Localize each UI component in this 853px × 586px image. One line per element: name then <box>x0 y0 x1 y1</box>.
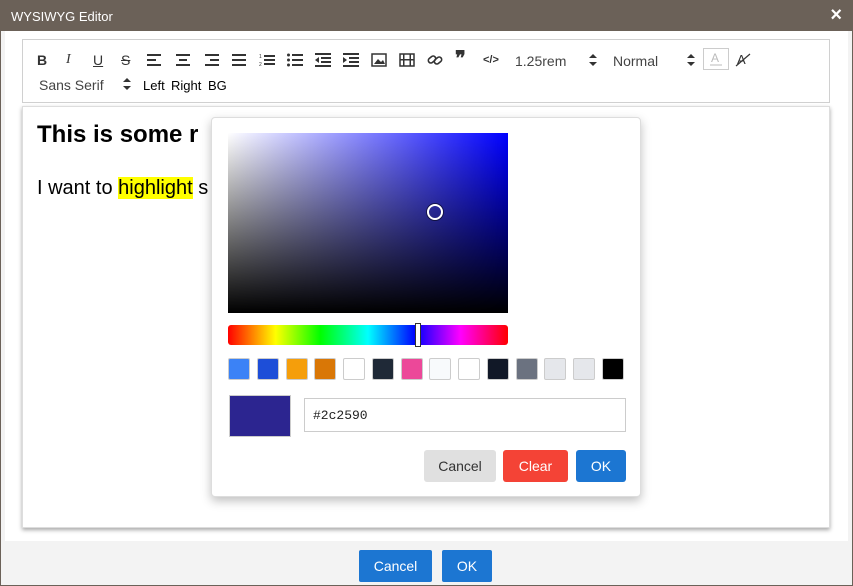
swatch[interactable] <box>401 358 423 380</box>
swatch[interactable] <box>343 358 365 380</box>
link-icon[interactable] <box>427 50 443 70</box>
blockquote-button[interactable]: ❞ <box>455 48 466 70</box>
text-color-icon[interactable]: A <box>703 48 729 70</box>
swatch[interactable] <box>602 358 624 380</box>
outdent-icon[interactable] <box>315 50 331 70</box>
italic-button[interactable]: I <box>66 50 71 70</box>
align-justify-icon[interactable] <box>231 50 247 70</box>
title-bar: WYSIWYG Editor × <box>1 1 852 31</box>
hex-input[interactable] <box>304 398 626 432</box>
svg-text:1: 1 <box>259 54 262 60</box>
bold-button[interactable]: B <box>37 50 47 70</box>
footer-ok-button[interactable]: OK <box>442 550 492 582</box>
paragraph-text-before: I want to <box>37 177 119 199</box>
bullet-list-icon[interactable] <box>287 50 303 70</box>
picker-ok-button[interactable]: OK <box>576 450 626 482</box>
swatch[interactable] <box>458 358 480 380</box>
align-left-label[interactable]: Left <box>143 78 165 93</box>
picker-clear-button[interactable]: Clear <box>503 450 568 482</box>
clear-format-icon[interactable]: A <box>735 50 751 70</box>
svg-text:2: 2 <box>259 62 262 67</box>
content-paragraph: I want to highlight s <box>37 177 208 200</box>
footer-cancel-button[interactable]: Cancel <box>359 550 432 582</box>
font-size-chevron-icon[interactable] <box>589 50 597 70</box>
hue-slider-thumb[interactable] <box>415 323 421 347</box>
strikethrough-button[interactable]: S <box>121 50 130 70</box>
swatch[interactable] <box>573 358 595 380</box>
picker-cancel-button[interactable]: Cancel <box>424 450 496 482</box>
color-preview <box>229 395 291 437</box>
swatch[interactable] <box>314 358 336 380</box>
color-cursor[interactable] <box>427 204 443 220</box>
swatch[interactable] <box>429 358 451 380</box>
ordered-list-icon[interactable]: 12 <box>259 50 275 70</box>
align-right-label[interactable]: Right <box>171 78 201 93</box>
font-family-chevron-icon[interactable] <box>123 74 131 94</box>
image-icon[interactable] <box>371 50 387 70</box>
swatch[interactable] <box>544 358 566 380</box>
saturation-value-area[interactable] <box>228 133 508 313</box>
hue-slider[interactable] <box>228 323 508 347</box>
paragraph-text-after: s <box>192 177 209 199</box>
font-size-select[interactable]: 1.25rem <box>515 53 566 69</box>
align-left-icon[interactable] <box>147 50 163 70</box>
code-button[interactable]: </> <box>483 50 499 70</box>
svg-text:A: A <box>711 51 719 65</box>
swatch[interactable] <box>372 358 394 380</box>
align-center-icon[interactable] <box>175 50 191 70</box>
swatch[interactable] <box>516 358 538 380</box>
color-picker-popup: Cancel Clear OK <box>211 117 641 497</box>
heading-chevron-icon[interactable] <box>687 50 695 70</box>
heading-select[interactable]: Normal <box>613 53 658 69</box>
swatch[interactable] <box>257 358 279 380</box>
highlighted-text: highlight <box>118 177 193 199</box>
close-icon[interactable]: × <box>830 4 842 27</box>
editor-toolbar: B I U S 12 ❞ </> 1.25rem Normal A A Sans… <box>22 39 830 103</box>
indent-icon[interactable] <box>343 50 359 70</box>
swatch[interactable] <box>487 358 509 380</box>
align-right-icon[interactable] <box>203 50 219 70</box>
window-title: WYSIWYG Editor <box>11 9 113 24</box>
value-gradient <box>228 133 508 313</box>
content-heading: This is some r <box>37 121 199 148</box>
swatch[interactable] <box>286 358 308 380</box>
video-icon[interactable] <box>399 50 415 70</box>
bg-color-label[interactable]: BG <box>208 78 227 93</box>
font-family-select[interactable]: Sans Serif <box>39 77 104 93</box>
swatch[interactable] <box>228 358 250 380</box>
underline-button[interactable]: U <box>93 50 103 70</box>
